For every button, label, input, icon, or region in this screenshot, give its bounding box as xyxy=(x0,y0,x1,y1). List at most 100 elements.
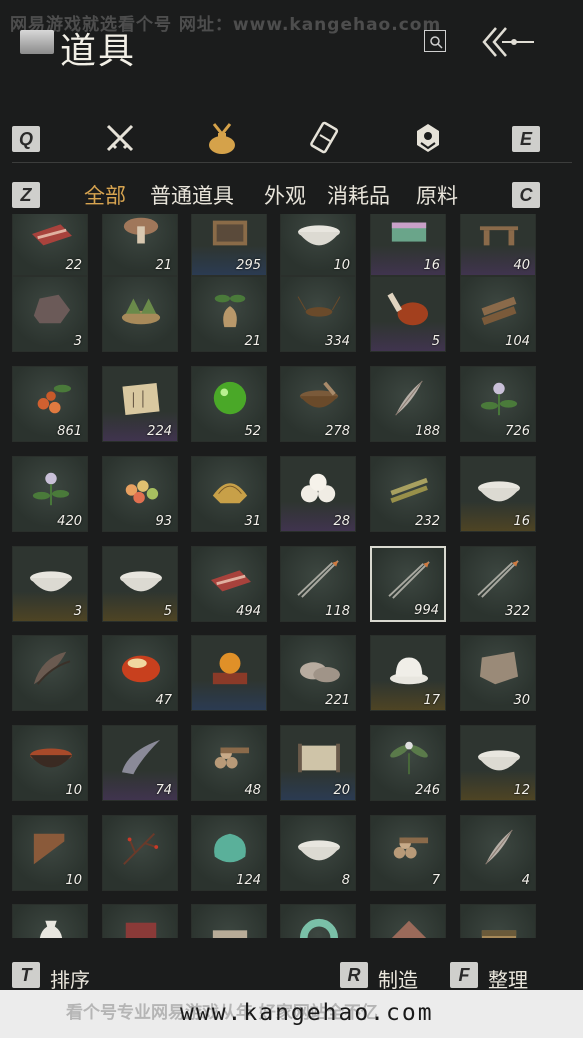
item-count: 420 xyxy=(57,514,82,529)
inventory-slot[interactable]: 12 xyxy=(460,725,536,801)
inventory-slot[interactable]: 16 xyxy=(370,214,446,276)
inventory-slot[interactable]: 118 xyxy=(280,546,356,622)
inventory-slot[interactable]: 3 xyxy=(12,546,88,622)
inventory-slot[interactable] xyxy=(102,904,178,938)
inventory-slot[interactable]: 3 xyxy=(12,276,88,352)
inventory-slot[interactable]: 246 xyxy=(370,725,446,801)
inventory-slot[interactable]: 10 xyxy=(280,214,356,276)
key-q[interactable]: Q xyxy=(12,126,40,152)
inventory-slot[interactable]: 295 xyxy=(191,214,267,276)
tab-divider xyxy=(12,162,572,163)
tab-documents[interactable] xyxy=(305,118,345,158)
item-count: 74 xyxy=(155,783,172,798)
item-count: 104 xyxy=(505,334,530,349)
item-count: 8 xyxy=(341,873,350,888)
inventory-slot[interactable]: 188 xyxy=(370,366,446,442)
inventory-slot[interactable]: 232 xyxy=(370,456,446,532)
craft-button[interactable]: 制造 xyxy=(378,964,418,993)
item-count: 726 xyxy=(505,424,530,439)
arrows-icon xyxy=(297,560,339,598)
inventory-slot[interactable]: 31 xyxy=(191,456,267,532)
inventory-slot[interactable] xyxy=(370,904,446,938)
inventory-slot[interactable]: 4 xyxy=(460,815,536,891)
item-count: 232 xyxy=(415,514,440,529)
inventory-slot[interactable]: 221 xyxy=(280,635,356,711)
inventory-slot[interactable]: 20 xyxy=(280,725,356,801)
inventory-slot[interactable]: 52 xyxy=(191,366,267,442)
tab-weapons[interactable] xyxy=(100,118,140,158)
book-icon xyxy=(125,922,157,938)
inventory-grid: 22 21 295 10 16 40 3 21 334 5 104 861 224 52 278 188 726… xyxy=(12,214,542,938)
search-button[interactable] xyxy=(424,30,446,52)
inventory-slot[interactable]: 16 xyxy=(460,456,536,532)
subtab-consumables[interactable]: 消耗品 xyxy=(327,180,390,210)
key-e[interactable]: E xyxy=(512,126,540,152)
inventory-slot[interactable] xyxy=(102,276,178,352)
inventory-slot[interactable]: 420 xyxy=(12,456,88,532)
inventory-slot[interactable] xyxy=(12,904,88,938)
back-arrow-icon xyxy=(482,27,534,57)
inventory-slot[interactable]: 5 xyxy=(370,276,446,352)
inventory-slot[interactable]: 93 xyxy=(102,456,178,532)
inventory-slot[interactable]: 5 xyxy=(102,546,178,622)
inventory-slot[interactable]: 47 xyxy=(102,635,178,711)
inventory-slot[interactable] xyxy=(460,904,536,938)
key-t[interactable]: T xyxy=(12,962,40,988)
inventory-slot[interactable]: 726 xyxy=(460,366,536,442)
key-c[interactable]: C xyxy=(512,182,540,208)
rack-icon xyxy=(479,226,519,246)
jade-orb-icon xyxy=(213,381,247,415)
organize-button[interactable]: 整理 xyxy=(488,964,528,993)
inventory-slot[interactable]: 994 xyxy=(370,546,446,622)
inventory-slot[interactable]: 224 xyxy=(102,366,178,442)
bowl-icon xyxy=(478,750,520,771)
inventory-slot[interactable] xyxy=(191,904,267,938)
inventory-slot[interactable] xyxy=(191,635,267,711)
inventory-slot[interactable] xyxy=(102,815,178,891)
inventory-slot[interactable]: 28 xyxy=(280,456,356,532)
inventory-slot[interactable]: 30 xyxy=(460,635,536,711)
scroll-icon xyxy=(298,743,340,773)
inventory-slot[interactable]: 74 xyxy=(102,725,178,801)
item-count: 16 xyxy=(513,514,530,529)
inventory-slot[interactable]: 8 xyxy=(280,815,356,891)
inventory-slot[interactable]: 21 xyxy=(191,276,267,352)
inventory-slot[interactable] xyxy=(280,904,356,938)
inventory-slot[interactable]: 322 xyxy=(460,546,536,622)
inventory-slot[interactable]: 124 xyxy=(191,815,267,891)
inventory-slot[interactable]: 21 xyxy=(102,214,178,276)
inventory-slot[interactable]: 278 xyxy=(280,366,356,442)
item-count: 4 xyxy=(521,873,530,888)
key-z[interactable]: Z xyxy=(12,182,40,208)
inventory-slot[interactable]: 10 xyxy=(12,815,88,891)
item-count: 494 xyxy=(236,604,261,619)
inventory-slot[interactable]: 7 xyxy=(370,815,446,891)
header: 道具 xyxy=(0,0,583,80)
item-count: 21 xyxy=(244,334,261,349)
item-count: 224 xyxy=(147,424,172,439)
inventory-slot[interactable]: 494 xyxy=(191,546,267,622)
key-r[interactable]: R xyxy=(340,962,368,988)
sort-button[interactable]: 排序 xyxy=(50,964,90,993)
page-title: 道具 xyxy=(60,31,137,72)
subtab-appearance[interactable]: 外观 xyxy=(264,180,306,210)
candy-icon xyxy=(125,480,159,504)
inventory-slot[interactable]: 48 xyxy=(191,725,267,801)
tab-badges[interactable] xyxy=(408,118,448,158)
box-icon xyxy=(212,220,248,246)
inventory-slot[interactable]: 334 xyxy=(280,276,356,352)
inventory-slot[interactable]: 22 xyxy=(12,214,88,276)
inventory-slot[interactable] xyxy=(12,635,88,711)
back-button[interactable] xyxy=(478,24,538,60)
inventory-slot[interactable]: 10 xyxy=(12,725,88,801)
inventory-slot[interactable]: 40 xyxy=(460,214,536,276)
inventory-slot[interactable]: 17 xyxy=(370,635,446,711)
buns-icon xyxy=(300,473,336,503)
subtab-materials[interactable]: 原料 xyxy=(416,180,458,210)
tab-items[interactable] xyxy=(202,118,242,158)
inventory-slot[interactable]: 861 xyxy=(12,366,88,442)
subtab-common-items[interactable]: 普通道具 xyxy=(150,180,234,210)
inventory-slot[interactable]: 104 xyxy=(460,276,536,352)
key-f[interactable]: F xyxy=(450,962,478,988)
subtab-all[interactable]: 全部 xyxy=(84,180,126,210)
